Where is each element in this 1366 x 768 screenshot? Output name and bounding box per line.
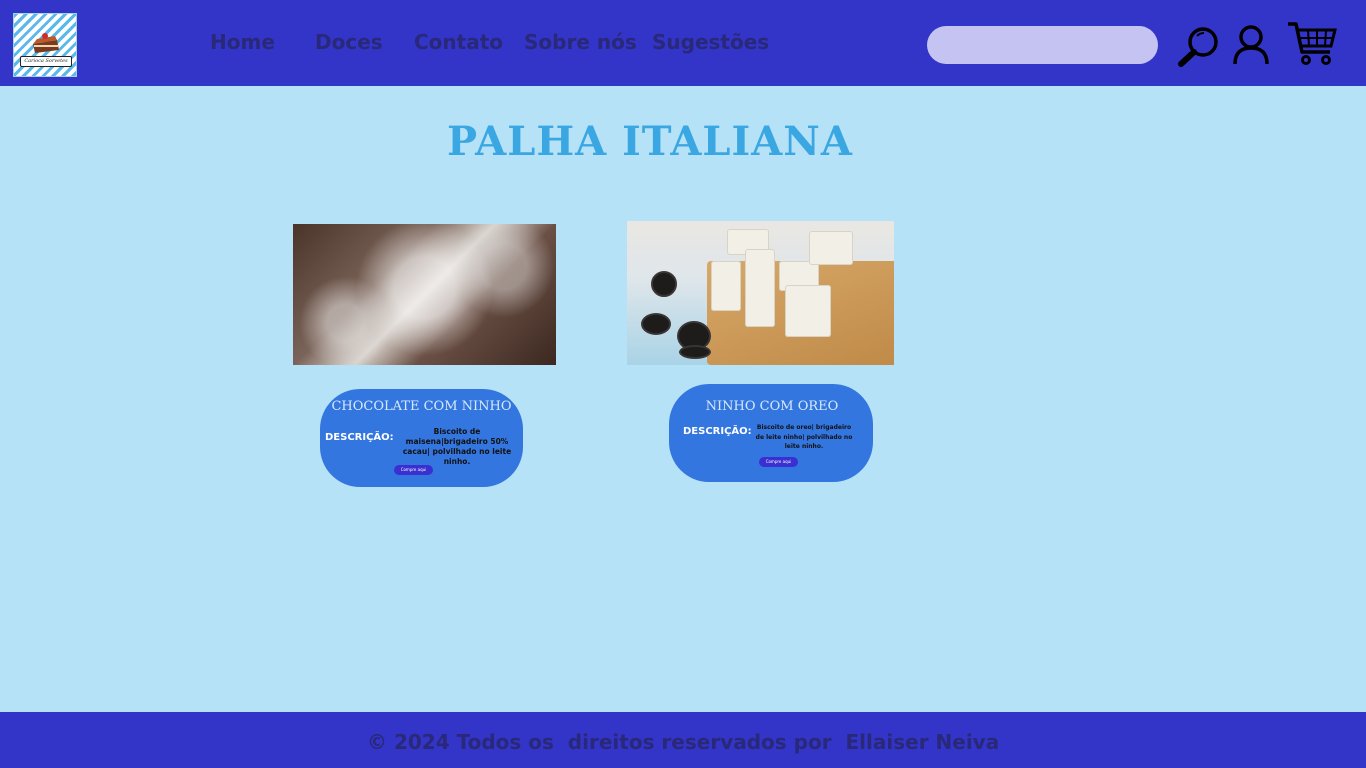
nav-home[interactable]: Home [210, 30, 275, 54]
buy-button[interactable]: Compre aqui [394, 465, 433, 475]
site-footer: © 2024 Todos os direitos reservados por … [0, 712, 1366, 768]
product-name: NINHO COM OREO [705, 399, 839, 414]
cart-icon[interactable] [1286, 20, 1338, 66]
nav-contato[interactable]: Contato [414, 30, 503, 54]
search-input[interactable] [927, 26, 1158, 64]
user-icon[interactable] [1232, 24, 1270, 66]
oreo-cookie [641, 313, 671, 335]
product-card-ninho-com-oreo: NINHO COM OREO DESCRIÇÃO: Biscoito de or… [669, 384, 873, 482]
product-name: CHOCOLATE COM NINHO [331, 399, 512, 414]
buy-button[interactable]: Compre aqui [759, 457, 798, 467]
nav-doces[interactable]: Doces [315, 30, 383, 54]
dessert-piece [711, 261, 741, 311]
nav-sugestoes[interactable]: Sugestões [652, 30, 769, 54]
nav-sobre-nos[interactable]: Sobre nós [524, 30, 637, 54]
product-card-chocolate-com-ninho: CHOCOLATE COM NINHO DESCRIÇÃO: Biscoito … [320, 389, 523, 487]
dessert-piece [785, 285, 831, 337]
product-image-chocolate-com-ninho[interactable] [293, 224, 556, 365]
dessert-piece [745, 249, 775, 327]
site-header: Carioca Sorvetes Home Doces Contato Sobr… [0, 0, 1366, 86]
product-description: Biscoito de maisena|brigadeiro 50% cacau… [402, 427, 512, 466]
description-label: DESCRIÇÃO: [325, 432, 394, 443]
oreo-cookie [679, 345, 711, 359]
copyright-text: © 2024 Todos os direitos reservados por … [367, 730, 1000, 754]
logo-text: Carioca Sorvetes [20, 56, 72, 67]
oreo-cookie [651, 271, 677, 297]
product-image-ninho-com-oreo[interactable] [627, 221, 894, 365]
page-title: PALHA ITALIANA [447, 118, 853, 165]
description-label: DESCRIÇÃO: [683, 426, 752, 437]
product-description: Biscoito de oreo| brigadeiro de leite ni… [755, 424, 853, 450]
dessert-piece [809, 231, 853, 265]
search-icon[interactable] [1176, 24, 1222, 68]
cake-slice-icon [33, 33, 59, 53]
brand-logo[interactable]: Carioca Sorvetes [13, 13, 77, 77]
